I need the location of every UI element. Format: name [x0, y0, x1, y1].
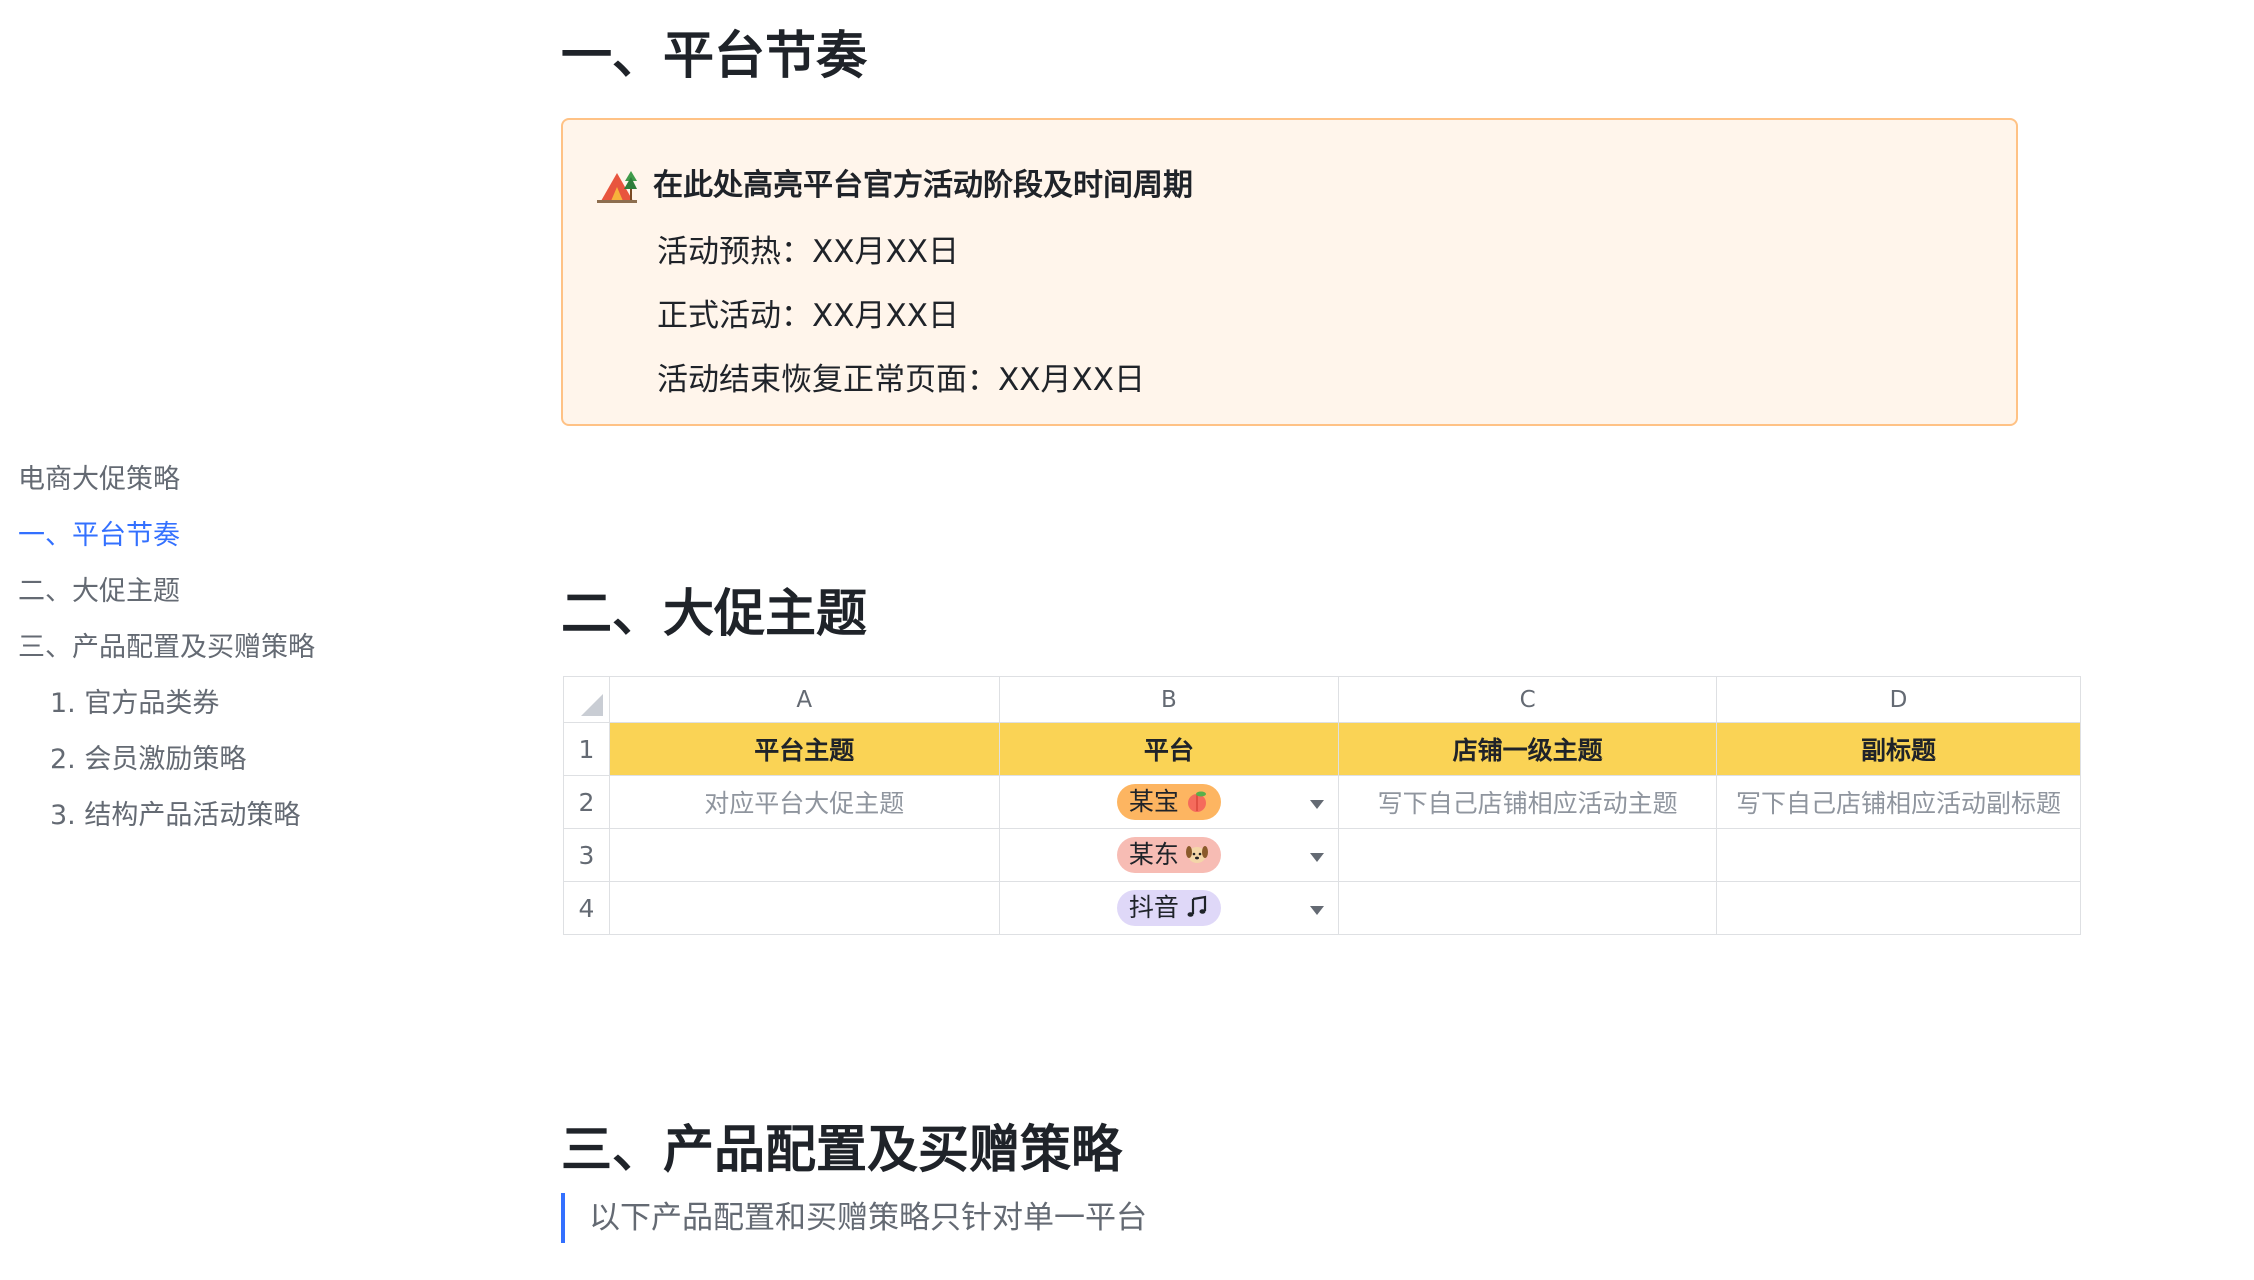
platform-tag-label: 抖音: [1128, 893, 1179, 922]
highlight-callout[interactable]: 在此处高亮平台官方活动阶段及时间周期 活动预热：XX月XX日 正式活动：XX月X…: [561, 118, 2018, 426]
toc-item-product-config[interactable]: 三、产品配置及买赠策略: [18, 620, 458, 676]
cell-b3-select[interactable]: 某东: [998, 828, 1340, 882]
row-header-4[interactable]: 4: [563, 881, 610, 935]
heading-promo-theme: 二、大促主题: [561, 585, 868, 644]
row-header-1[interactable]: 1: [563, 722, 610, 776]
column-header-b[interactable]: B: [998, 676, 1340, 723]
toc-item-promo-theme[interactable]: 二、大促主题: [18, 564, 458, 620]
platform-tag-moubao: 某宝: [1116, 784, 1221, 820]
embedded-spreadsheet[interactable]: A B C D 1 平台主题 平台 店铺一级主题 副标题 2 对应平台大促主题 …: [563, 676, 2081, 935]
peach-icon: [1187, 791, 1206, 812]
callout-line-formal: 正式活动：XX月XX日: [657, 298, 959, 334]
column-header-c[interactable]: C: [1338, 676, 1718, 723]
cell-c2[interactable]: 写下自己店铺相应活动主题: [1338, 775, 1718, 829]
cell-header-platform[interactable]: 平台: [998, 722, 1340, 776]
platform-tag-label: 某宝: [1128, 787, 1179, 816]
toc-item-platform-rhythm[interactable]: 一、平台节奏: [18, 508, 458, 564]
heading-product-config: 三、产品配置及买赠策略: [561, 1121, 1123, 1180]
cell-c3[interactable]: [1338, 828, 1718, 882]
toc-title: 电商大促策略: [18, 464, 180, 495]
cell-a3[interactable]: [608, 828, 1000, 882]
cell-d2[interactable]: 写下自己店铺相应活动副标题: [1716, 775, 2081, 829]
camping-tent-icon: [597, 170, 637, 203]
dropdown-caret-icon[interactable]: [1310, 800, 1325, 809]
cell-d4[interactable]: [1716, 881, 2081, 935]
cell-b2-select[interactable]: 某宝: [998, 775, 1340, 829]
callout-line-end: 活动结束恢复正常页面：XX月XX日: [657, 362, 1145, 398]
toc-item-category-coupon[interactable]: 1. 官方品类券: [18, 676, 458, 732]
cell-a4[interactable]: [608, 881, 1000, 935]
callout-title: 在此处高亮平台官方活动阶段及时间周期: [597, 160, 1193, 205]
cell-a2[interactable]: 对应平台大促主题: [608, 775, 1000, 829]
column-header-row: A B C D: [563, 676, 2081, 723]
cell-header-subtitle[interactable]: 副标题: [1716, 722, 2081, 776]
quote-block: 以下产品配置和买赠策略只针对单一平台: [561, 1193, 1147, 1243]
dog-face-icon: [1185, 846, 1208, 863]
platform-tag-moudong: 某东: [1116, 837, 1221, 873]
cell-d3[interactable]: [1716, 828, 2081, 882]
select-all-corner[interactable]: [563, 676, 610, 723]
cell-header-platform-theme[interactable]: 平台主题: [608, 722, 1000, 776]
dropdown-caret-icon[interactable]: [1310, 853, 1325, 862]
cell-b4-select[interactable]: 抖音: [998, 881, 1340, 935]
table-row: 3 某东: [563, 828, 2081, 882]
platform-tag-douyin: 抖音: [1116, 890, 1221, 926]
platform-tag-label: 某东: [1128, 840, 1179, 869]
cell-c4[interactable]: [1338, 881, 1718, 935]
column-header-a[interactable]: A: [608, 676, 1000, 723]
music-note-icon: [1187, 895, 1206, 917]
row-header-3[interactable]: 3: [563, 828, 610, 882]
toc-item-structure-product[interactable]: 3. 结构产品活动策略: [18, 788, 458, 844]
table-row: 4 抖音: [563, 881, 2081, 935]
row-header-2[interactable]: 2: [563, 775, 610, 829]
heading-platform-rhythm: 一、平台节奏: [561, 27, 868, 86]
dropdown-caret-icon[interactable]: [1310, 906, 1325, 915]
callout-title-text: 在此处高亮平台官方活动阶段及时间周期: [653, 168, 1193, 203]
table-row: 1 平台主题 平台 店铺一级主题 副标题: [563, 722, 2081, 776]
callout-line-warmup: 活动预热：XX月XX日: [657, 234, 959, 270]
toc-item-member-incentive[interactable]: 2. 会员激励策略: [18, 732, 458, 788]
cell-header-store-theme[interactable]: 店铺一级主题: [1338, 722, 1718, 776]
table-row: 2 对应平台大促主题 某宝 写下自己店铺相应活动主题 写下自己店铺相应活动副标题: [563, 775, 2081, 829]
table-of-contents: 电商大促策略 一、平台节奏 二、大促主题 三、产品配置及买赠策略 1. 官方品类…: [18, 452, 458, 844]
column-header-d[interactable]: D: [1716, 676, 2081, 723]
